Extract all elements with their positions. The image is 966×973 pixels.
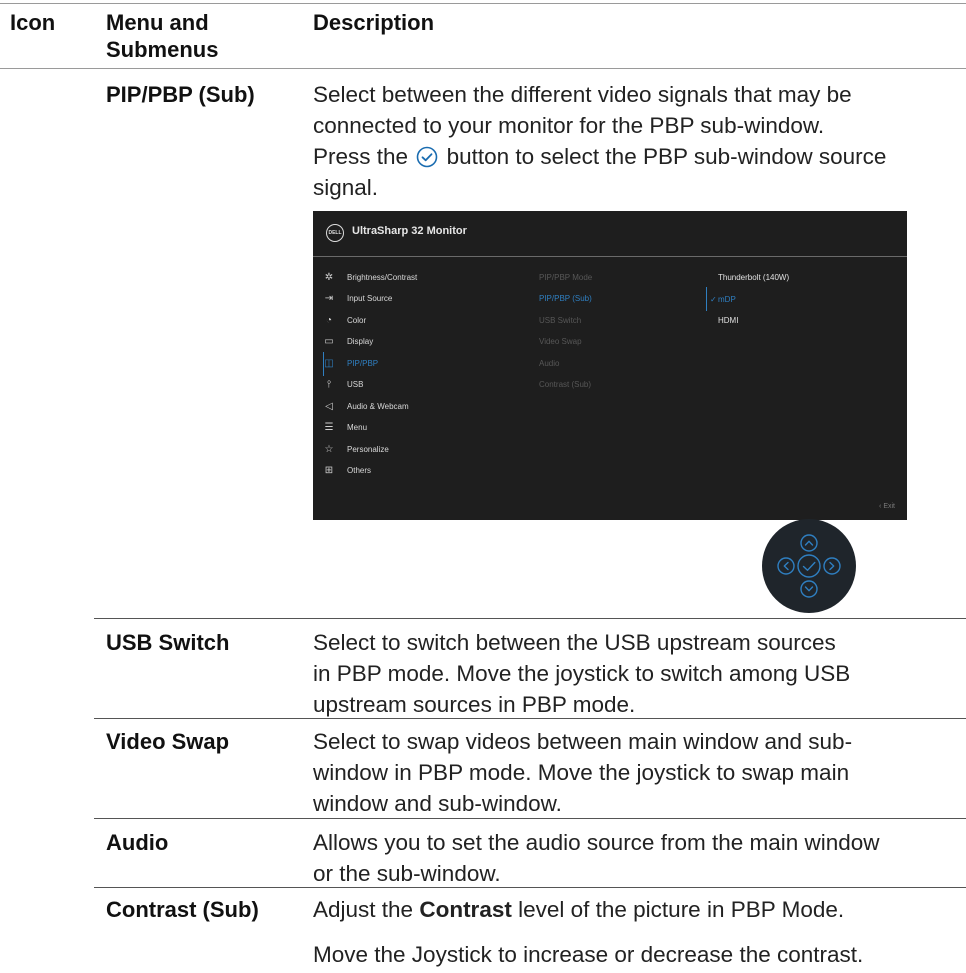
desc-audio: Allows you to set the audio source from … xyxy=(313,827,958,889)
osd-submenu-usb-switch[interactable]: USB Switch xyxy=(539,315,581,327)
others-icon: ⊞ xyxy=(324,465,334,476)
osd-menu-label: Menu xyxy=(347,423,368,432)
header-menu-line2: Submenus xyxy=(106,37,219,62)
osd-menu-audio[interactable]: ◁ Audio & Webcam xyxy=(313,400,513,416)
desc-line: Select to swap videos between main windo… xyxy=(313,729,853,754)
desc-line: Press the button to select the PBP sub-w… xyxy=(313,141,958,172)
row-divider xyxy=(94,718,966,719)
desc-bold: Contrast xyxy=(419,897,512,922)
osd-submenu-pip-pbp-mode[interactable]: PIP/PBP Mode xyxy=(539,272,592,284)
osd-menu-label: Brightness/Contrast xyxy=(347,273,418,282)
desc-text: Adjust the xyxy=(313,897,420,922)
osd-menu-others[interactable]: ⊞ Others xyxy=(313,464,513,480)
term-pip-pbp-sub: PIP/PBP (Sub) xyxy=(106,82,255,107)
header-bottom-rule xyxy=(0,68,966,69)
osd-exit[interactable]: ‹ Exit xyxy=(879,503,895,510)
star-icon: ☆ xyxy=(324,444,334,455)
desc-video-swap: Select to swap videos between main windo… xyxy=(313,726,958,819)
desc-usb-switch: Select to switch between the USB upstrea… xyxy=(313,627,958,720)
joystick-icon xyxy=(762,519,856,613)
osd-menu-label: Personalize xyxy=(347,445,389,454)
desc-line: Allows you to set the audio source from … xyxy=(313,830,880,855)
osd-screenshot: DELL UltraSharp 32 Monitor ✲ Brightness/C… xyxy=(313,211,907,520)
osd-option-indicator xyxy=(706,287,707,311)
menu-icon: ☰ xyxy=(324,422,334,433)
osd-menu-usb[interactable]: ⫯ USB xyxy=(313,378,513,394)
osd-menu-brightness[interactable]: ✲ Brightness/Contrast xyxy=(313,271,513,287)
desc-line: signal. xyxy=(313,175,379,200)
osd-title: UltraSharp 32 Monitor xyxy=(352,225,467,237)
check-icon: ✓ xyxy=(710,295,717,304)
osd-exit-label: Exit xyxy=(883,503,895,510)
row-divider xyxy=(94,887,966,888)
osd-option-mdp[interactable]: mDP xyxy=(718,294,736,306)
audio-icon: ◁ xyxy=(325,401,333,412)
desc-pip-pbp-sub: Select between the different video signa… xyxy=(313,79,958,203)
desc-text: Press the xyxy=(313,144,409,169)
desc-line: window and sub-window. xyxy=(313,791,562,816)
row-divider xyxy=(94,818,966,819)
osd-submenu-video-swap[interactable]: Video Swap xyxy=(539,336,582,348)
input-source-icon: ⇥ xyxy=(324,293,334,304)
row-divider xyxy=(94,618,966,619)
osd-option-hdmi[interactable]: HDMI xyxy=(718,315,738,327)
osd-submenu-audio[interactable]: Audio xyxy=(539,358,559,370)
term-usb-switch: USB Switch xyxy=(106,630,230,655)
color-icon: ◔ xyxy=(325,315,333,326)
osd-menu-label: Others xyxy=(347,466,372,475)
osd-menu-label: Color xyxy=(347,316,367,325)
osd-menu-label: USB xyxy=(347,380,364,389)
header-menu-line1: Menu and xyxy=(106,10,209,35)
term-contrast-sub: Contrast (Sub) xyxy=(106,897,259,922)
desc-line: in PBP mode. Move the joystick to switch… xyxy=(313,661,851,686)
desc-contrast-sub: Adjust the Contrast level of the picture… xyxy=(313,894,958,970)
header-icon: Icon xyxy=(10,10,56,35)
check-button-icon xyxy=(417,146,438,168)
display-icon: ▭ xyxy=(324,336,334,347)
desc-line: upstream sources in PBP mode. xyxy=(313,692,636,717)
dell-logo: DELL xyxy=(326,224,344,242)
desc-line: or the sub-window. xyxy=(313,861,501,886)
brightness-icon: ✲ xyxy=(324,272,334,283)
pip-pbp-icon: ◫ xyxy=(324,358,334,369)
desc-line: Adjust the Contrast level of the picture… xyxy=(313,894,958,925)
desc-line: connected to your monitor for the PBP su… xyxy=(313,113,825,138)
osd-menu-label: Audio & Webcam xyxy=(347,402,409,411)
desc-line: Move the Joystick to increase or decreas… xyxy=(313,942,864,967)
desc-text: level of the picture in PBP Mode. xyxy=(511,897,845,922)
osd-menu-label: PIP/PBP xyxy=(347,359,379,368)
header-description: Description xyxy=(313,10,435,35)
osd-option-thunderbolt[interactable]: Thunderbolt (140W) xyxy=(718,272,789,284)
osd-menu-color[interactable]: ◔ Color xyxy=(313,314,513,330)
term-video-swap: Video Swap xyxy=(106,729,230,754)
osd-menu-input-source[interactable]: ⇥ Input Source xyxy=(313,292,513,308)
osd-title-bar: DELL UltraSharp 32 Monitor xyxy=(313,211,907,257)
osd-menu-pip-pbp[interactable]: ◫ PIP/PBP xyxy=(313,357,513,373)
term-audio: Audio xyxy=(106,830,169,855)
osd-menu-display[interactable]: ▭ Display xyxy=(313,335,513,351)
osd-menu-menu[interactable]: ☰ Menu xyxy=(313,421,513,437)
desc-text: button to select the PBP sub-window sour… xyxy=(446,144,887,169)
osd-menu-personalize[interactable]: ☆ Personalize xyxy=(313,443,513,459)
desc-line: window in PBP mode. Move the joystick to… xyxy=(313,760,850,785)
osd-submenu-contrast-sub[interactable]: Contrast (Sub) xyxy=(539,379,591,391)
desc-line: Select between the different video signa… xyxy=(313,82,852,107)
desc-line: Select to switch between the USB upstrea… xyxy=(313,630,836,655)
osd-submenu-pip-pbp-sub[interactable]: PIP/PBP (Sub) xyxy=(539,293,592,305)
osd-menu-label: Display xyxy=(347,337,374,346)
osd-menu-label: Input Source xyxy=(347,294,393,303)
usb-icon: ⫯ xyxy=(326,379,332,390)
header-top-rule xyxy=(0,3,966,4)
